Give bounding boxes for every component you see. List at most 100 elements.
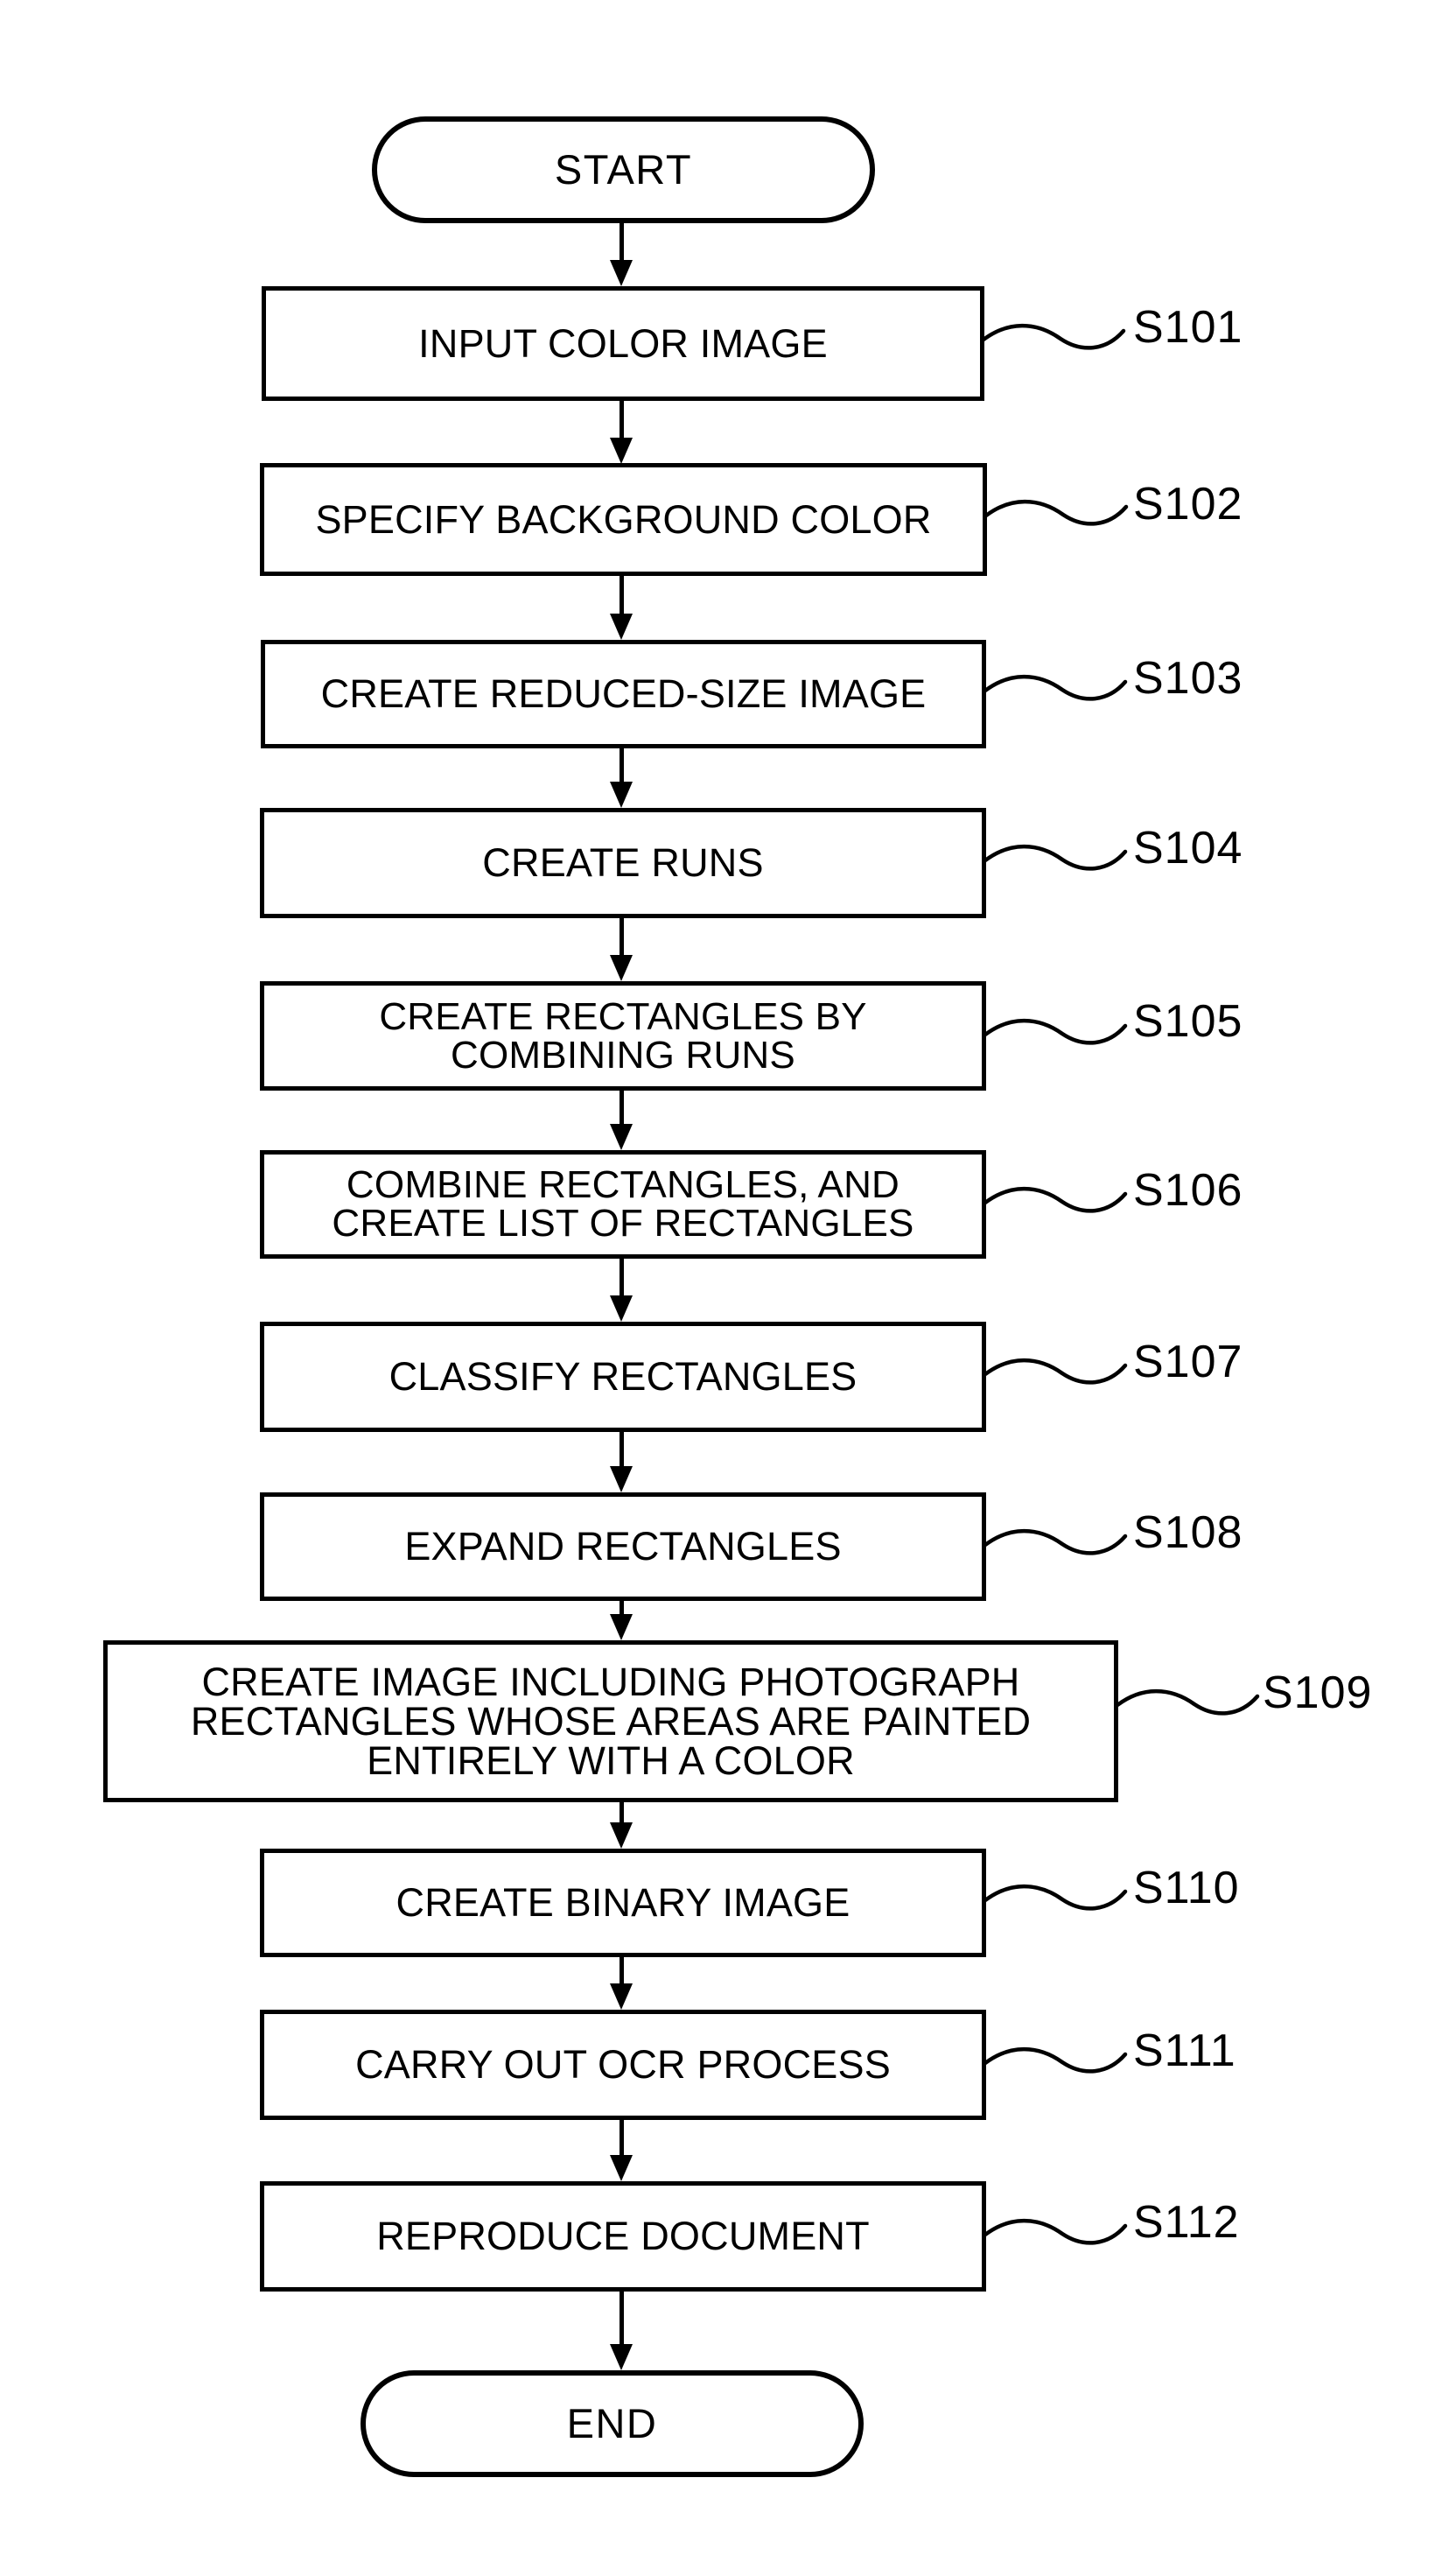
flow-node-s106-label: COMBINE RECTANGLES, AND CREATE LIST OF R… — [332, 1163, 914, 1245]
flow-node-s105-label: CREATE RECTANGLES BY COMBINING RUNS — [379, 994, 867, 1077]
flow-node-s111-label: CARRY OUT OCR PROCESS — [355, 2042, 891, 2088]
leader-line-s111 — [983, 2043, 1130, 2083]
connector-s101-to-s102 — [610, 401, 633, 464]
step-label-s112: S112 — [1133, 2200, 1240, 2245]
step-label-s111: S111 — [1133, 2028, 1236, 2074]
flow-node-end[interactable]: END — [360, 2370, 864, 2477]
arrowhead-icon — [610, 1124, 633, 1150]
arrowhead-icon — [610, 782, 633, 808]
flow-node-s107-label: CLASSIFY RECTANGLES — [388, 1354, 858, 1400]
leader-line-s105 — [983, 1014, 1130, 1055]
step-label-s107: S107 — [1133, 1339, 1242, 1385]
flow-node-s101[interactable]: INPUT COLOR IMAGE — [262, 286, 984, 401]
connector-s109-to-s110 — [610, 1802, 633, 1849]
flow-node-s102[interactable]: SPECIFY BACKGROUND COLOR — [260, 463, 987, 576]
flow-node-s104[interactable]: CREATE RUNS — [260, 808, 986, 918]
arrowhead-icon — [610, 260, 633, 286]
leader-line-s103 — [983, 670, 1130, 711]
flow-node-s109[interactable]: CREATE IMAGE INCLUDING PHOTOGRAPH RECTAN… — [103, 1640, 1118, 1802]
flow-node-s106[interactable]: COMBINE RECTANGLES, AND CREATE LIST OF R… — [260, 1150, 986, 1259]
flow-node-s103-label: CREATE REDUCED-SIZE IMAGE — [320, 671, 927, 717]
arrowhead-icon — [610, 614, 633, 640]
connector-s104-to-s105 — [610, 918, 633, 981]
connector-shaft — [619, 918, 624, 955]
connector-s105-to-s106 — [610, 1091, 633, 1150]
leader-line-s112 — [983, 2215, 1130, 2255]
leader-line-s107 — [983, 1354, 1130, 1394]
connector-shaft — [619, 2120, 624, 2155]
step-label-s107-text: S107 — [1133, 1337, 1243, 1387]
leader-line-s110 — [983, 1880, 1130, 1920]
connector-s110-to-s111 — [610, 1957, 633, 2010]
flow-node-s108-label: EXPAND RECTANGLES — [404, 1524, 842, 1569]
flow-node-s103[interactable]: CREATE REDUCED-SIZE IMAGE — [261, 640, 986, 748]
connector-shaft — [619, 1259, 624, 1295]
flow-node-s104-label: CREATE RUNS — [482, 840, 764, 886]
flow-node-s108[interactable]: EXPAND RECTANGLES — [260, 1492, 986, 1601]
connector-s107-to-s108 — [610, 1432, 633, 1492]
leader-line-s108 — [983, 1525, 1130, 1565]
step-label-s110-text: S110 — [1133, 1863, 1240, 1913]
step-label-s108: S108 — [1133, 1510, 1242, 1555]
flow-node-s112-label: REPRODUCE DOCUMENT — [376, 2214, 870, 2259]
step-label-s101-text: S101 — [1133, 302, 1243, 353]
flow-node-end-label: END — [566, 2400, 658, 2447]
step-label-s105-text: S105 — [1133, 996, 1243, 1047]
connector-s103-to-s104 — [610, 748, 633, 808]
flow-node-s110-label: CREATE BINARY IMAGE — [396, 1880, 850, 1926]
arrowhead-icon — [610, 2344, 633, 2370]
step-label-s102-text: S102 — [1133, 479, 1243, 530]
step-label-s110: S110 — [1133, 1865, 1240, 1911]
connector-shaft — [619, 576, 624, 614]
connector-shaft — [619, 1601, 624, 1615]
flow-node-s105[interactable]: CREATE RECTANGLES BY COMBINING RUNS — [260, 981, 986, 1091]
step-label-s111-text: S111 — [1133, 2025, 1236, 2076]
connector-start-to-s101 — [610, 223, 633, 286]
flow-node-start[interactable]: START — [372, 116, 875, 223]
arrowhead-icon — [610, 438, 633, 464]
connector-shaft — [619, 1432, 624, 1466]
step-label-s106-text: S106 — [1133, 1165, 1243, 1216]
flow-node-start-label: START — [554, 146, 693, 193]
leader-line-s104 — [983, 840, 1130, 881]
connector-shaft — [619, 1091, 624, 1124]
step-label-s103-text: S103 — [1133, 653, 1243, 704]
connector-shaft — [619, 401, 624, 438]
step-label-s108-text: S108 — [1133, 1507, 1243, 1558]
connector-shaft — [619, 1957, 624, 1983]
arrowhead-icon — [610, 2155, 633, 2181]
arrowhead-icon — [610, 1983, 633, 2010]
flow-node-s110[interactable]: CREATE BINARY IMAGE — [260, 1849, 986, 1957]
step-label-s104-text: S104 — [1133, 823, 1243, 874]
leader-line-s102 — [984, 495, 1130, 536]
connector-shaft — [619, 2292, 624, 2344]
step-label-s112-text: S112 — [1133, 2197, 1240, 2248]
flowchart-canvas: START INPUT COLOR IMAGE S101 SPECIFY BAC… — [0, 0, 1456, 2562]
leader-line-s101 — [981, 319, 1128, 360]
connector-s112-to-end — [610, 2292, 633, 2370]
step-label-s106: S106 — [1133, 1168, 1242, 1213]
flow-node-s107[interactable]: CLASSIFY RECTANGLES — [260, 1322, 986, 1432]
flow-node-s112[interactable]: REPRODUCE DOCUMENT — [260, 2181, 986, 2292]
step-label-s109-text: S109 — [1263, 1667, 1373, 1718]
step-label-s105: S105 — [1133, 999, 1242, 1044]
step-label-s102: S102 — [1133, 481, 1242, 527]
arrowhead-icon — [610, 1822, 633, 1849]
step-label-s103: S103 — [1133, 656, 1242, 701]
flow-node-s102-label: SPECIFY BACKGROUND COLOR — [315, 496, 932, 542]
connector-s106-to-s107 — [610, 1259, 633, 1322]
arrowhead-icon — [610, 1295, 633, 1322]
connector-s108-to-s109 — [610, 1601, 633, 1640]
connector-s111-to-s112 — [610, 2120, 633, 2181]
flow-node-s101-label: INPUT COLOR IMAGE — [418, 320, 828, 366]
flow-node-s111[interactable]: CARRY OUT OCR PROCESS — [260, 2010, 986, 2120]
leader-line-s106 — [983, 1183, 1130, 1223]
connector-shaft — [619, 748, 624, 782]
connector-shaft — [619, 223, 624, 260]
connector-s102-to-s103 — [610, 576, 633, 640]
arrowhead-icon — [610, 1614, 633, 1640]
arrowhead-icon — [610, 955, 633, 981]
step-label-s109: S109 — [1263, 1670, 1372, 1716]
flow-node-s109-label: CREATE IMAGE INCLUDING PHOTOGRAPH RECTAN… — [190, 1660, 1032, 1783]
step-label-s101: S101 — [1133, 305, 1242, 350]
